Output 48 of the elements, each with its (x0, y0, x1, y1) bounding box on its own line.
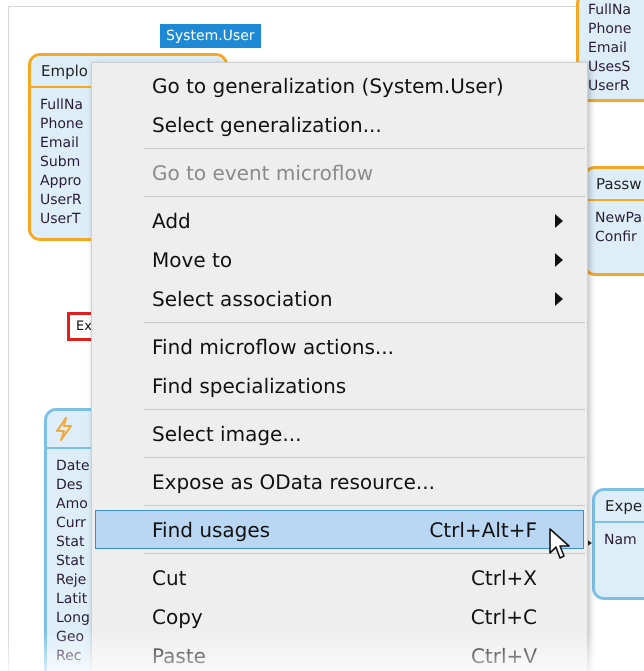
entity-name: Expe (605, 498, 642, 514)
attribute-name: Amo (56, 495, 88, 514)
attribute-name: FullNa (588, 1, 631, 20)
entity-name: Passw (596, 176, 642, 192)
attribute-name: FullNa (40, 96, 83, 115)
menu-item[interactable]: Paste Ctrl+V (95, 636, 584, 671)
attribute-name: Des (56, 476, 83, 495)
attribute-name: NewPa (595, 209, 642, 228)
attribute-name: Long (56, 609, 90, 628)
attribute-name: UserR (40, 191, 82, 210)
attribute-name: Date (56, 457, 90, 476)
attribute-name: Curr (56, 514, 86, 533)
attribute-name: Reje (56, 571, 86, 590)
attribute-name: Email (588, 39, 627, 58)
attribute-name: Stat (56, 552, 84, 571)
submenu-arrow-icon (555, 292, 563, 306)
attribute-name: UserT (40, 210, 80, 229)
mouse-pointer-icon (548, 527, 572, 561)
attribute-name: Appro (40, 172, 82, 191)
menu-item[interactable]: Add (95, 201, 584, 240)
lightning-icon (55, 417, 73, 441)
menu-item[interactable]: Select generalization... (95, 105, 584, 144)
entity-box[interactable]: Expe Nam (592, 488, 644, 600)
menu-item[interactable]: Expose as OData resource... (95, 462, 584, 501)
menu-item[interactable]: Select image... (95, 414, 584, 453)
generalization-label: System.User (160, 24, 261, 48)
entity-name: Emplo (41, 64, 88, 78)
attribute-name: Phone (40, 115, 84, 134)
attribute-name: UserR (588, 77, 630, 96)
submenu-arrow-icon (555, 252, 563, 266)
menu-item[interactable]: Select association (95, 279, 584, 318)
menu-item[interactable]: Find microflow actions... (95, 327, 584, 366)
attribute-name: Email (40, 134, 79, 153)
attribute-name: UsesS (588, 58, 630, 77)
submenu-arrow-icon (555, 214, 563, 228)
attribute-name: Phone (588, 20, 632, 39)
menu-item[interactable]: Find usages Ctrl+Alt+F (95, 510, 584, 549)
attribute-name: Confir (595, 228, 637, 247)
attribute-name: Stat (56, 533, 84, 552)
attribute-name: Subm (40, 153, 80, 172)
menu-item[interactable]: Move to (95, 240, 584, 279)
menu-item[interactable]: Find specializations (95, 366, 584, 405)
attribute-name: Latit (56, 590, 88, 609)
attribute-name: Nam (604, 531, 637, 550)
menu-item[interactable]: Cut Ctrl+X (95, 558, 584, 597)
entity-box[interactable]: FullNa Phone Email UsesS UserR (576, 0, 644, 102)
attribute-name: Rec (56, 647, 82, 666)
attribute-name: Geo (56, 628, 84, 647)
